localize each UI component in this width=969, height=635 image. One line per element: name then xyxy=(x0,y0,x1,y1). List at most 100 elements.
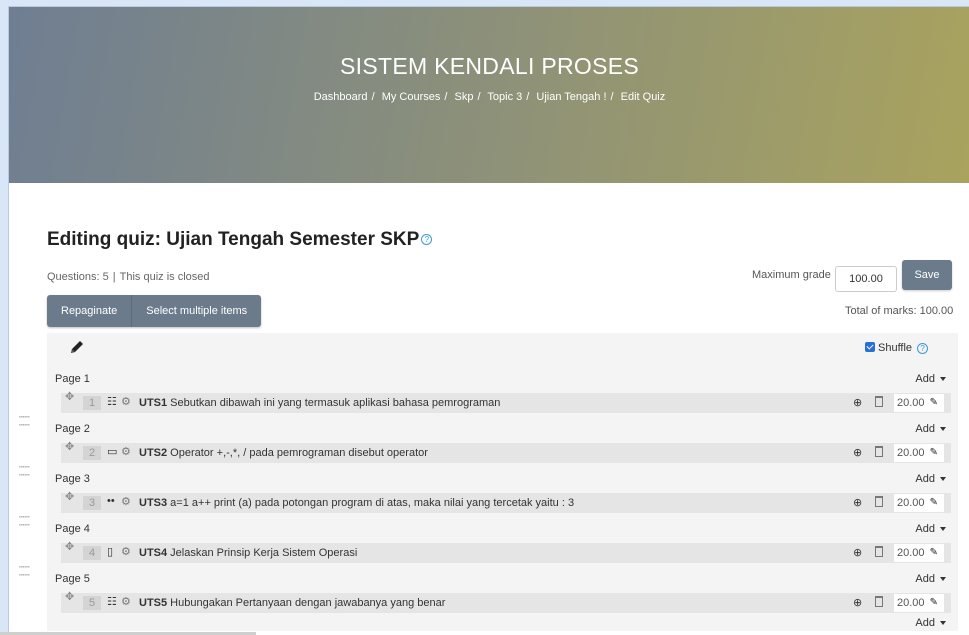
caret-down-icon xyxy=(940,477,946,482)
max-mark[interactable]: 20.00 ✎ xyxy=(894,444,944,462)
question-settings-icon: ⚙ xyxy=(121,546,131,558)
breadcrumb-topic[interactable]: Topic 3 xyxy=(487,91,522,103)
quiz-slots-panel: Shuffle ? Page 1 Add ✥ 1 ☷ ⚙ UTS1 Sebutk… xyxy=(19,333,958,631)
question-name[interactable]: UTS1 Sebutkan dibawah ini yang termasuk … xyxy=(139,397,500,409)
question-code: UTS3 xyxy=(139,497,168,509)
add-label: Add xyxy=(915,573,935,585)
preview-icon[interactable]: ⊕ xyxy=(853,496,862,509)
page-frame: SISTEM KENDALI PROSES Dashboard / My Cour… xyxy=(8,6,969,635)
caret-down-icon xyxy=(940,577,946,582)
edit-heading-pencil-icon[interactable] xyxy=(69,339,85,355)
edit-mark-pencil-icon[interactable]: ✎ xyxy=(930,444,938,462)
help-icon[interactable]: ? xyxy=(421,234,433,246)
shuffle-checkbox[interactable] xyxy=(865,342,875,352)
delete-icon[interactable] xyxy=(875,596,883,607)
quiz-info: Questions: 5 | This quiz is closed xyxy=(47,271,210,283)
repaginate-icon[interactable]: ┄┄ ┄┄ xyxy=(19,413,30,430)
truefalse-icon: •• xyxy=(107,495,115,507)
page-label: Page 1 xyxy=(55,373,90,385)
breadcrumb-sep: / xyxy=(610,91,614,103)
slot-number: 3 xyxy=(83,496,101,510)
max-mark[interactable]: 20.00 ✎ xyxy=(894,494,944,512)
max-mark[interactable]: 20.00 ✎ xyxy=(894,594,944,612)
total-marks: Total of marks: 100.00 xyxy=(845,305,954,317)
question-name[interactable]: UTS3 a=1 a++ print (a) pada potongan pro… xyxy=(139,497,574,509)
move-icon[interactable]: ✥ xyxy=(65,540,74,553)
page-title-text: Editing quiz: Ujian Tengah Semester SKP xyxy=(47,229,420,250)
question-code: UTS4 xyxy=(139,547,168,559)
delete-icon[interactable] xyxy=(875,546,883,557)
page-title: Editing quiz: Ujian Tengah Semester SKP? xyxy=(47,229,433,251)
delete-icon[interactable] xyxy=(875,446,883,457)
shortanswer-icon: ▭ xyxy=(107,446,118,458)
caret-down-icon xyxy=(940,427,946,432)
max-mark[interactable]: 20.00 ✎ xyxy=(894,544,944,562)
question-row: ✥ 3 •• ⚙ UTS3 a=1 a++ print (a) pada pot… xyxy=(61,490,951,513)
page-label: Page 3 xyxy=(55,473,90,485)
edit-mark-pencil-icon[interactable]: ✎ xyxy=(930,494,938,512)
add-menu[interactable]: Add xyxy=(915,573,946,585)
question-code: UTS2 xyxy=(139,447,168,459)
breadcrumb-sep: / xyxy=(477,91,481,103)
breadcrumb-dashboard[interactable]: Dashboard xyxy=(314,91,368,103)
info-sep: | xyxy=(112,271,116,283)
max-mark-value: 20.00 xyxy=(897,497,925,509)
question-text: Hubungakan Pertanyaan dengan jawabanya y… xyxy=(167,597,446,609)
preview-icon[interactable]: ⊕ xyxy=(853,396,862,409)
question-settings-icon: ⚙ xyxy=(121,496,131,508)
breadcrumb-quiz[interactable]: Ujian Tengah ! xyxy=(536,91,606,103)
preview-icon[interactable]: ⊕ xyxy=(853,546,862,559)
edit-mark-pencil-icon[interactable]: ✎ xyxy=(930,394,938,412)
edit-mark-pencil-icon[interactable]: ✎ xyxy=(930,594,938,612)
max-grade-input[interactable]: 100.00 xyxy=(835,266,897,292)
page-label: Page 5 xyxy=(55,573,90,585)
add-menu[interactable]: Add xyxy=(915,523,946,535)
caret-down-icon xyxy=(940,621,946,626)
move-icon[interactable]: ✥ xyxy=(65,490,74,503)
caret-down-icon xyxy=(940,377,946,382)
slot-number: 1 xyxy=(83,396,101,410)
add-menu[interactable]: Add xyxy=(915,473,946,485)
breadcrumb: Dashboard / My Courses / Skp / Topic 3/ Uji… xyxy=(9,91,969,103)
delete-icon[interactable] xyxy=(875,496,883,507)
question-name[interactable]: UTS5 Hubungakan Pertanyaan dengan jawaba… xyxy=(139,597,445,609)
essay-icon: ▯ xyxy=(107,546,114,558)
preview-icon[interactable]: ⊕ xyxy=(853,596,862,609)
move-icon[interactable]: ✥ xyxy=(65,440,74,453)
max-mark[interactable]: 20.00 ✎ xyxy=(894,394,944,412)
repaginate-icon[interactable]: ┄┄ ┄┄ xyxy=(19,513,30,530)
max-grade-label: Maximum grade xyxy=(752,269,831,281)
save-button[interactable]: Save xyxy=(902,260,952,290)
question-code: UTS1 xyxy=(139,397,168,409)
slot-number: 5 xyxy=(83,596,101,610)
move-icon[interactable]: ✥ xyxy=(65,390,74,403)
add-menu[interactable]: Add xyxy=(915,423,946,435)
edit-toolbar: Repaginate Select multiple items xyxy=(47,295,262,327)
caret-down-icon xyxy=(940,527,946,532)
max-mark-value: 20.00 xyxy=(897,597,925,609)
breadcrumb-course[interactable]: Skp xyxy=(455,91,474,103)
breadcrumb-my-courses[interactable]: My Courses xyxy=(382,91,441,103)
move-icon[interactable]: ✥ xyxy=(65,590,74,603)
question-row: ✥ 2 ▭ ⚙ UTS2 Operator +,-,*, / pada pemr… xyxy=(61,440,951,463)
edit-mark-pencil-icon[interactable]: ✎ xyxy=(930,544,938,562)
add-menu[interactable]: Add xyxy=(915,373,946,385)
repaginate-icon[interactable]: ┄┄ ┄┄ xyxy=(19,563,30,580)
question-row: ✥ 4 ▯ ⚙ UTS4 Jelaskan Prinsip Kerja Sist… xyxy=(61,540,951,563)
shuffle-toggle[interactable]: Shuffle ? xyxy=(865,342,929,354)
delete-icon[interactable] xyxy=(875,396,883,407)
preview-icon[interactable]: ⊕ xyxy=(853,446,862,459)
add-label: Add xyxy=(915,523,935,535)
page-label: Page 2 xyxy=(55,423,90,435)
repaginate-button[interactable]: Repaginate xyxy=(47,295,132,327)
select-multiple-button[interactable]: Select multiple items xyxy=(131,295,262,327)
question-count: Questions: 5 xyxy=(47,271,109,283)
add-menu[interactable]: Add xyxy=(915,617,946,629)
max-mark-value: 20.00 xyxy=(897,547,925,559)
question-name[interactable]: UTS2 Operator +,-,*, / pada pemrograman … xyxy=(139,447,428,459)
repaginate-icon[interactable]: ┄┄ ┄┄ xyxy=(19,463,30,480)
shuffle-help-icon[interactable]: ? xyxy=(917,342,929,354)
question-name[interactable]: UTS4 Jelaskan Prinsip Kerja Sistem Opera… xyxy=(139,547,357,559)
course-header: SISTEM KENDALI PROSES Dashboard / My Cour… xyxy=(9,7,969,183)
question-settings-icon: ⚙ xyxy=(121,596,131,608)
